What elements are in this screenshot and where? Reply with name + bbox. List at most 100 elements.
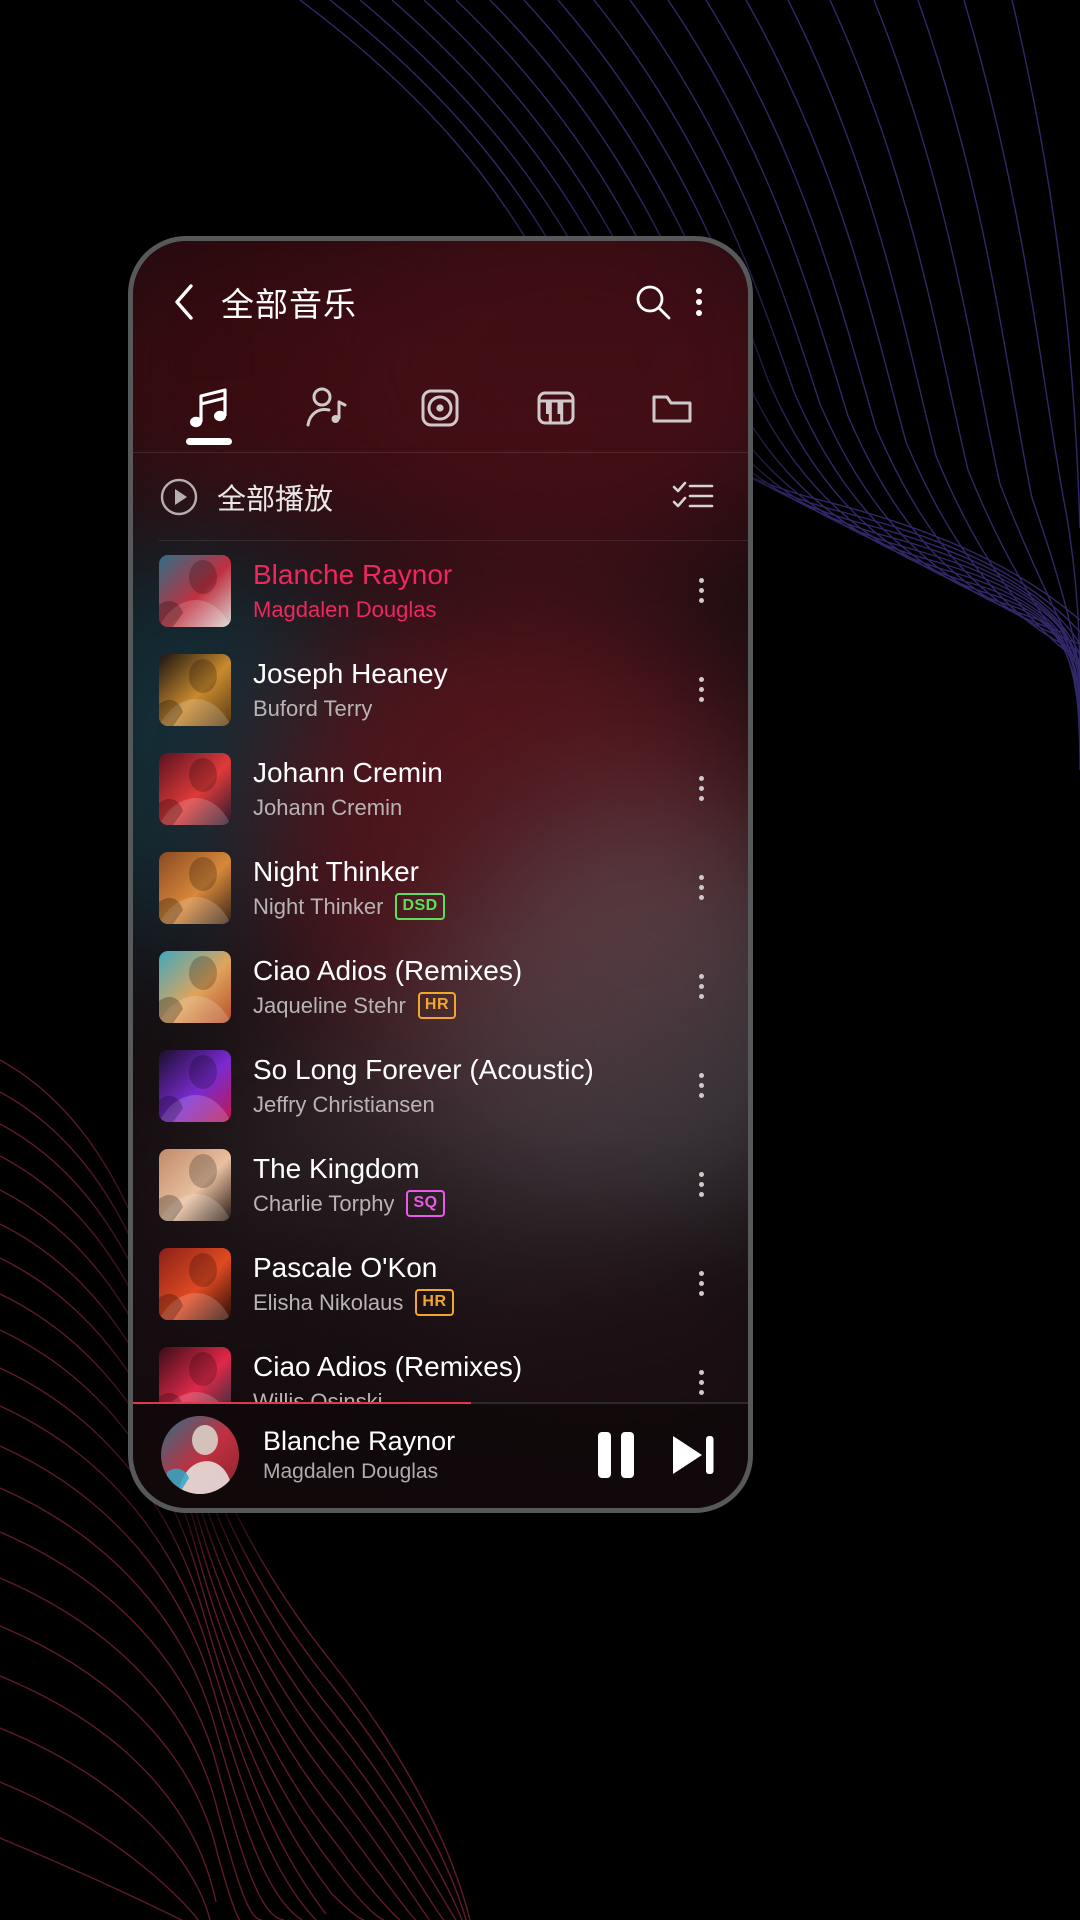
- more-vertical-icon: [698, 578, 704, 603]
- song-row[interactable]: Blanche Raynor Magdalen Douglas: [133, 541, 748, 640]
- song-title: Ciao Adios (Remixes): [253, 1351, 523, 1382]
- song-title: Blanche Raynor: [253, 559, 453, 590]
- album-art-image: [159, 653, 231, 726]
- mini-player-title: Blanche Raynor: [263, 1426, 456, 1456]
- multi-select-button[interactable]: [666, 470, 720, 524]
- mini-player-artist: Magdalen Douglas: [263, 1460, 439, 1483]
- more-vertical-icon: [698, 1271, 704, 1296]
- tab-artists[interactable]: [267, 363, 383, 453]
- song-artist: Willis Osinski: [253, 1389, 383, 1402]
- mini-player[interactable]: Blanche Raynor Magdalen Douglas: [133, 1402, 748, 1508]
- song-more-button[interactable]: [678, 1249, 724, 1319]
- song-row[interactable]: The Kingdom Charlie Torphy SQ: [133, 1135, 748, 1234]
- song-more-button[interactable]: [678, 1348, 724, 1403]
- song-meta: Joseph Heaney Buford Terry: [253, 657, 678, 722]
- album-art-image: [159, 1049, 231, 1122]
- song-row[interactable]: Night Thinker Night Thinker DSD: [133, 838, 748, 937]
- album-art: [159, 1148, 231, 1221]
- skip-next-icon: [673, 1436, 714, 1474]
- song-subtitle: Jeffry Christiansen: [253, 1091, 678, 1118]
- mini-player-avatar[interactable]: [161, 1416, 239, 1494]
- song-more-button[interactable]: [678, 754, 724, 824]
- album-art: [159, 1049, 231, 1122]
- album-art: [159, 950, 231, 1023]
- tab-genres[interactable]: [498, 363, 614, 453]
- play-all-label: 全部播放: [217, 484, 334, 516]
- album-disc-icon: [421, 389, 459, 427]
- song-row[interactable]: Ciao Adios (Remixes) Willis Osinski: [133, 1333, 748, 1402]
- song-title: Johann Cremin: [253, 757, 443, 788]
- folder-icon: [652, 395, 692, 423]
- more-vertical-icon: [696, 288, 702, 316]
- song-title: Ciao Adios (Remixes): [253, 955, 523, 986]
- song-artist: Jaqueline Stehr: [253, 993, 406, 1018]
- tab-songs[interactable]: [151, 363, 267, 453]
- song-title: Night Thinker: [253, 856, 420, 887]
- search-button[interactable]: [626, 275, 680, 329]
- album-art: [159, 653, 231, 726]
- back-button[interactable]: [161, 279, 207, 325]
- tab-albums[interactable]: [383, 363, 499, 453]
- song-row[interactable]: Johann Cremin Johann Cremin: [133, 739, 748, 838]
- song-subtitle: Johann Cremin: [253, 794, 678, 821]
- album-art-image: [159, 752, 231, 825]
- song-subtitle: Night Thinker DSD: [253, 893, 678, 920]
- quality-badge: HR: [415, 1289, 454, 1316]
- song-more-button[interactable]: [678, 1150, 724, 1220]
- more-vertical-icon: [698, 974, 704, 999]
- song-meta: Blanche Raynor Magdalen Douglas: [253, 558, 678, 623]
- song-list[interactable]: Blanche Raynor Magdalen Douglas Joseph Hea…: [133, 541, 748, 1402]
- song-more-button[interactable]: [678, 655, 724, 725]
- more-vertical-icon: [698, 776, 704, 801]
- album-art: [159, 554, 231, 627]
- song-row[interactable]: Ciao Adios (Remixes) Jaqueline Stehr HR: [133, 937, 748, 1036]
- song-artist: Johann Cremin: [253, 795, 403, 820]
- song-meta: Johann Cremin Johann Cremin: [253, 756, 678, 821]
- song-meta: So Long Forever (Acoustic) Jeffry Christi…: [253, 1053, 678, 1118]
- quality-badge: DSD: [395, 893, 445, 920]
- mini-player-meta: Blanche Raynor Magdalen Douglas: [263, 1425, 598, 1485]
- song-meta: Pascale O'Kon Elisha Nikolaus HR: [253, 1251, 678, 1316]
- album-art: [159, 1346, 231, 1402]
- mini-player-progress-fill: [133, 1402, 472, 1404]
- song-subtitle: Charlie Torphy SQ: [253, 1190, 678, 1217]
- album-art-image: [159, 1346, 231, 1402]
- song-title: The Kingdom: [253, 1153, 420, 1184]
- song-artist: Buford Terry: [253, 696, 373, 721]
- song-more-button[interactable]: [678, 853, 724, 923]
- song-more-button[interactable]: [678, 1051, 724, 1121]
- pause-button[interactable]: [598, 1432, 634, 1478]
- song-row[interactable]: So Long Forever (Acoustic) Jeffry Christi…: [133, 1036, 748, 1135]
- song-artist: Night Thinker: [253, 894, 384, 919]
- header-more-button[interactable]: [680, 275, 718, 329]
- song-title: Joseph Heaney: [253, 658, 448, 689]
- more-vertical-icon: [698, 1172, 704, 1197]
- active-tab-indicator: [185, 438, 232, 445]
- album-art-image: [159, 851, 231, 924]
- search-icon: [636, 285, 671, 320]
- quality-badge: SQ: [406, 1190, 445, 1217]
- more-vertical-icon: [698, 875, 704, 900]
- song-more-button[interactable]: [678, 952, 724, 1022]
- song-artist: Elisha Nikolaus: [253, 1290, 404, 1315]
- app-header: 全部音乐: [133, 241, 748, 363]
- next-track-button[interactable]: [666, 1431, 718, 1479]
- play-all-button[interactable]: 全部播放: [159, 476, 666, 518]
- album-art-image: [159, 1247, 231, 1320]
- song-more-button[interactable]: [678, 556, 724, 626]
- pause-icon: [598, 1432, 634, 1478]
- song-row[interactable]: Pascale O'Kon Elisha Nikolaus HR: [133, 1234, 748, 1333]
- more-vertical-icon: [698, 1370, 704, 1395]
- mini-player-controls: [598, 1431, 722, 1479]
- artist-icon: [306, 387, 347, 427]
- song-row[interactable]: Joseph Heaney Buford Terry: [133, 640, 748, 739]
- song-subtitle: Elisha Nikolaus HR: [253, 1289, 678, 1316]
- play-all-bar: 全部播放: [133, 453, 748, 541]
- tab-folders[interactable]: [614, 363, 730, 453]
- song-title: So Long Forever (Acoustic): [253, 1054, 594, 1085]
- more-vertical-icon: [698, 1073, 704, 1098]
- song-meta: The Kingdom Charlie Torphy SQ: [253, 1152, 678, 1217]
- page-title: 全部音乐: [221, 286, 357, 323]
- piano-keys-icon: [537, 391, 575, 425]
- song-subtitle: Buford Terry: [253, 695, 678, 722]
